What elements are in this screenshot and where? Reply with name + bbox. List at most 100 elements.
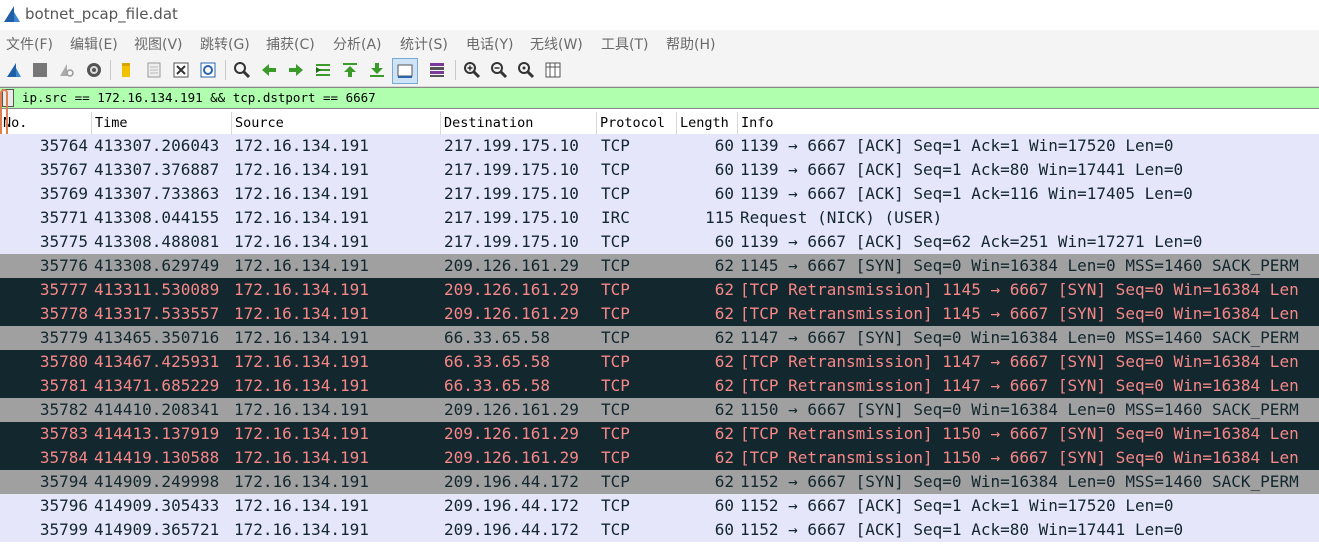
last-packet-icon[interactable]: [367, 60, 387, 80]
column-header-length[interactable]: Length: [676, 112, 737, 134]
stop-icon[interactable]: [30, 60, 50, 80]
cell-protocol: TCP: [601, 376, 630, 395]
cell-time: 413308.488081: [94, 232, 220, 251]
cell-protocol: TCP: [601, 400, 630, 419]
cell-info: [TCP Retransmission] 1145 → 6667 [SYN] S…: [740, 304, 1299, 323]
packet-row[interactable]: 35783 414413.137919 172.16.134.191 209.126.…: [0, 422, 1319, 446]
packet-row[interactable]: 35782 414410.208341 172.16.134.191 209.126.…: [0, 398, 1319, 422]
cell-destination: 217.199.175.10: [444, 208, 579, 227]
cell-source: 172.16.134.191: [234, 208, 369, 227]
cell-source: 172.16.134.191: [234, 232, 369, 251]
menu-edit[interactable]: 编辑(E): [70, 34, 118, 54]
zoom-out-icon[interactable]: [489, 60, 509, 80]
packet-list-header: No. Time Source Destination Protocol Len…: [0, 112, 1319, 135]
cell-source: 172.16.134.191: [234, 520, 369, 539]
cell-destination: 66.33.65.58: [444, 376, 550, 395]
cell-time: 413311.530089: [94, 280, 220, 299]
packet-row[interactable]: 35784 414419.130588 172.16.134.191 209.126.…: [0, 446, 1319, 470]
colorize-icon[interactable]: [427, 60, 447, 80]
shark-fin-start-icon[interactable]: [4, 60, 24, 80]
cell-destination: 209.126.161.29: [444, 424, 579, 443]
open-folder-icon[interactable]: [116, 60, 136, 80]
cell-info: Request (NICK) (USER): [740, 208, 943, 227]
go-to-packet-icon[interactable]: [313, 60, 333, 80]
cell-time: 414909.365721: [94, 520, 220, 539]
cell-destination: 209.126.161.29: [444, 304, 579, 323]
cell-protocol: TCP: [601, 328, 630, 347]
column-header-destination[interactable]: Destination: [440, 112, 596, 134]
menu-telephony[interactable]: 电话(Y): [466, 34, 513, 54]
cell-info: 1152 → 6667 [ACK] Seq=1 Ack=80 Win=17441…: [740, 520, 1184, 539]
cell-time: 414909.249998: [94, 472, 220, 491]
cell-source: 172.16.134.191: [234, 160, 369, 179]
packet-row[interactable]: 35776 413308.629749 172.16.134.191 209.126.…: [0, 254, 1319, 278]
cell-no: 35782: [39, 400, 88, 419]
column-header-info[interactable]: Info: [737, 112, 1319, 134]
menu-capture[interactable]: 捕获(C): [266, 34, 315, 54]
cell-info: [TCP Retransmission] 1147 → 6667 [SYN] S…: [740, 376, 1299, 395]
cell-source: 172.16.134.191: [234, 136, 369, 155]
menu-file[interactable]: 文件(F): [6, 34, 53, 54]
packet-row[interactable]: 35775 413308.488081 172.16.134.191 217.199.…: [0, 230, 1319, 254]
back-icon[interactable]: [259, 60, 279, 80]
cell-source: 172.16.134.191: [234, 472, 369, 491]
cell-destination: 209.196.44.172: [444, 496, 579, 515]
cell-protocol: TCP: [601, 136, 630, 155]
cell-protocol: TCP: [601, 160, 630, 179]
menu-wireless[interactable]: 无线(W): [530, 34, 583, 54]
first-packet-icon[interactable]: [340, 60, 360, 80]
cell-protocol: TCP: [601, 472, 630, 491]
column-header-protocol[interactable]: Protocol: [596, 112, 676, 134]
cell-info: 1147 → 6667 [SYN] Seq=0 Win=16384 Len=0 …: [740, 328, 1299, 347]
display-filter-input[interactable]: [20, 88, 1312, 107]
packet-row[interactable]: 35777 413311.530089 172.16.134.191 209.126.…: [0, 278, 1319, 302]
packet-row[interactable]: 35778 413317.533557 172.16.134.191 209.126.…: [0, 302, 1319, 326]
packet-row[interactable]: 35799 414909.365721 172.16.134.191 209.196.…: [0, 518, 1319, 542]
packet-row[interactable]: 35780 413467.425931 172.16.134.191 66.33.65…: [0, 350, 1319, 374]
save-icon[interactable]: [144, 60, 164, 80]
packet-row[interactable]: 35771 413308.044155 172.16.134.191 217.199.…: [0, 206, 1319, 230]
autoscroll-icon[interactable]: [392, 58, 418, 84]
packet-row[interactable]: 35764 413307.206043 172.16.134.191 217.199.…: [0, 134, 1319, 158]
close-file-icon[interactable]: [171, 60, 191, 80]
forward-icon[interactable]: [286, 60, 306, 80]
restart-icon[interactable]: [56, 60, 76, 80]
cell-no: 35781: [39, 376, 88, 395]
cell-source: 172.16.134.191: [234, 376, 369, 395]
packet-row[interactable]: 35769 413307.733863 172.16.134.191 217.199.…: [0, 182, 1319, 206]
cell-protocol: TCP: [601, 280, 630, 299]
cell-info: 1139 → 6667 [ACK] Seq=62 Ack=251 Win=172…: [740, 232, 1203, 251]
column-header-time[interactable]: Time: [91, 112, 231, 134]
reload-icon[interactable]: [198, 60, 218, 80]
cell-info: 1139 → 6667 [ACK] Seq=1 Ack=80 Win=17441…: [740, 160, 1184, 179]
zoom-in-icon[interactable]: [462, 60, 482, 80]
menu-go[interactable]: 跳转(G): [200, 34, 250, 54]
packet-list: 35764 413307.206043 172.16.134.191 217.199.…: [0, 134, 1319, 545]
packet-row[interactable]: 35779 413465.350716 172.16.134.191 66.33.65…: [0, 326, 1319, 350]
menu-help[interactable]: 帮助(H): [666, 34, 715, 54]
packet-row[interactable]: 35767 413307.376887 172.16.134.191 217.199.…: [0, 158, 1319, 182]
display-filter-bar: [0, 87, 1319, 109]
packet-row[interactable]: 35781 413471.685229 172.16.134.191 66.33.65…: [0, 374, 1319, 398]
menu-tools[interactable]: 工具(T): [601, 34, 648, 54]
cell-source: 172.16.134.191: [234, 352, 369, 371]
resize-columns-icon[interactable]: [543, 60, 563, 80]
cell-info: [TCP Retransmission] 1150 → 6667 [SYN] S…: [740, 424, 1299, 443]
cell-length: 62: [714, 256, 734, 275]
menu-statistics[interactable]: 统计(S): [400, 34, 448, 54]
menu-analyze[interactable]: 分析(A): [333, 34, 382, 54]
cell-info: [TCP Retransmission] 1150 → 6667 [SYN] S…: [740, 448, 1299, 467]
cell-time: 413307.206043: [94, 136, 220, 155]
toolbar-separator: [225, 60, 226, 80]
column-header-no[interactable]: No.: [0, 112, 91, 134]
menu-view[interactable]: 视图(V): [134, 34, 183, 54]
packet-row[interactable]: 35794 414909.249998 172.16.134.191 209.196.…: [0, 470, 1319, 494]
cell-no: 35778: [39, 304, 88, 323]
find-icon[interactable]: [232, 60, 252, 80]
packet-row[interactable]: 35796 414909.305433 172.16.134.191 209.196.…: [0, 494, 1319, 518]
cell-source: 172.16.134.191: [234, 256, 369, 275]
zoom-normal-icon[interactable]: [516, 60, 536, 80]
column-header-source[interactable]: Source: [231, 112, 440, 134]
cell-source: 172.16.134.191: [234, 280, 369, 299]
options-gear-icon[interactable]: [84, 60, 104, 80]
